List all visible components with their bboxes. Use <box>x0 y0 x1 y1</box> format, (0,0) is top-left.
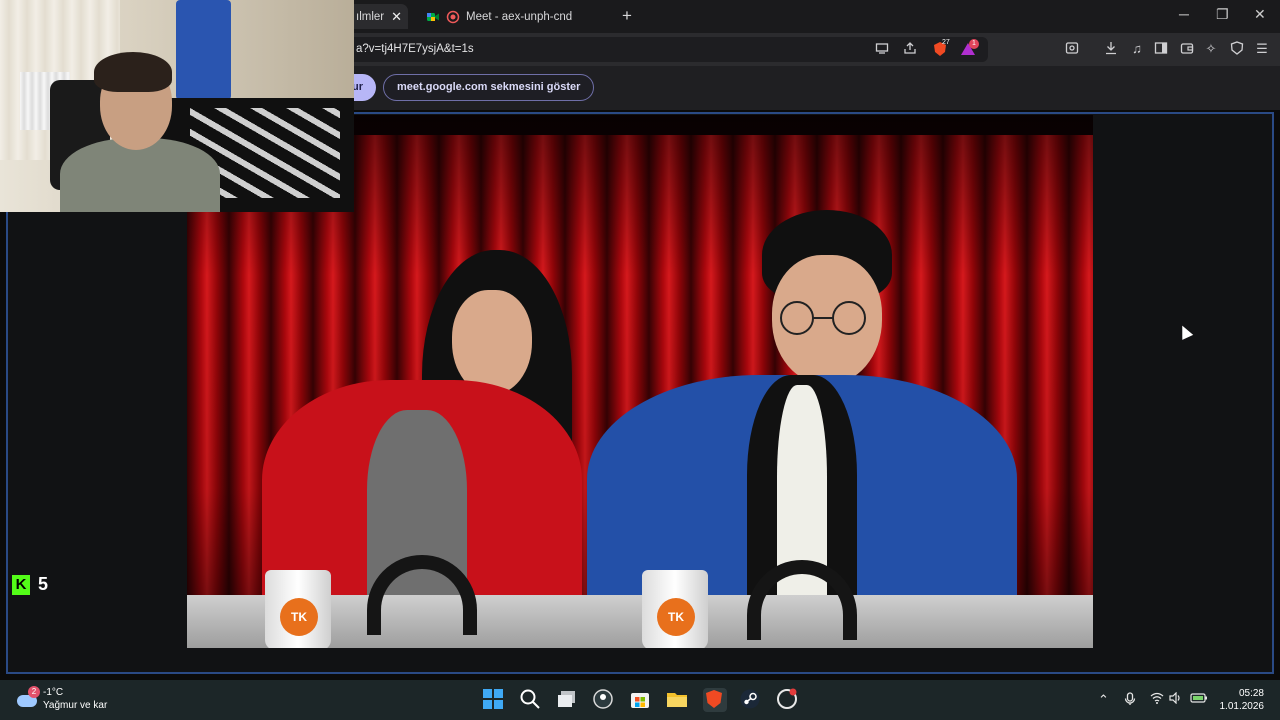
tab-label: ılmler <box>356 10 385 23</box>
minimize-icon[interactable]: ─ <box>1179 6 1189 22</box>
menu-icon[interactable]: ☰ <box>1254 41 1270 57</box>
rewards-count: 1 <box>969 39 979 49</box>
mug-logo: TK <box>657 598 695 636</box>
microphone-icon[interactable] <box>1124 692 1136 709</box>
weather-text: -1°C Yağmur ve kar <box>43 686 107 712</box>
weather-condition: Yağmur ve kar <box>43 700 108 711</box>
steam-icon[interactable] <box>739 688 763 712</box>
task-view-icon[interactable] <box>556 688 580 712</box>
mug-left: TK <box>265 570 331 648</box>
system-clock[interactable]: 05:28 1.01.2026 <box>1220 687 1265 713</box>
windows-taskbar: 2 -1°C Yağmur ve kar ⌃ 05:28 1.01.2026 <box>0 680 1280 720</box>
cast-icon[interactable] <box>874 41 890 57</box>
microsoft-store-icon[interactable] <box>629 688 653 712</box>
start-icon[interactable] <box>482 688 506 712</box>
show-meet-tab-button[interactable]: meet.google.com sekmesini göster <box>383 74 595 101</box>
weather-icon: 2 <box>16 686 40 710</box>
webcam-person-hair <box>94 52 172 92</box>
vpn-icon[interactable] <box>1229 41 1245 57</box>
desktop: ılmler ✕ Meet - aex-unph-cnd + ─ ❐ ✕ a?v… <box>0 0 1280 720</box>
brave-browser-icon[interactable] <box>703 688 727 712</box>
screenshot-icon[interactable] <box>1064 41 1080 57</box>
music-icon[interactable]: ♫ <box>1129 41 1145 57</box>
url-text: a?v=tj4H7E7ysjA&t=1s <box>356 43 474 55</box>
kick-badge: K 5 <box>12 574 48 595</box>
weather-temp: -1°C <box>43 687 64 698</box>
obs-icon[interactable] <box>776 688 800 712</box>
download-icon[interactable] <box>1103 41 1119 57</box>
file-explorer-icon[interactable] <box>666 688 690 712</box>
glasses-icon <box>767 300 887 345</box>
webcam-overlay <box>0 0 354 212</box>
address-bar[interactable]: a?v=tj4H7E7ysjA&t=1s 27 1 <box>338 37 988 62</box>
sidebar-icon[interactable] <box>1153 41 1169 57</box>
search-icon[interactable] <box>519 688 543 712</box>
close-tab-icon[interactable]: ✕ <box>391 9 402 25</box>
weather-widget[interactable]: 2 -1°C Yağmur ve kar <box>16 686 107 712</box>
tab-label: Meet - aex-unph-cnd <box>466 10 573 23</box>
leo-ai-icon[interactable]: ✧ <box>1203 41 1219 57</box>
clock-time: 05:28 <box>1238 688 1264 699</box>
kick-count: 5 <box>38 574 49 594</box>
clock-date: 1.01.2026 <box>1219 701 1265 712</box>
share-icon[interactable] <box>902 41 918 57</box>
wifi-icon[interactable] <box>1150 692 1164 707</box>
meet-icon <box>426 10 440 24</box>
kick-logo-icon: K <box>12 574 30 595</box>
battery-icon[interactable] <box>1190 692 1208 707</box>
weather-badge: 2 <box>28 686 40 698</box>
restore-icon[interactable]: ❐ <box>1216 6 1229 23</box>
webcam-jersey <box>176 0 231 100</box>
mug-logo: TK <box>280 598 318 636</box>
recording-icon <box>446 10 460 24</box>
wallet-icon[interactable] <box>1179 41 1195 57</box>
show-hidden-icons-icon[interactable]: ⌃ <box>1098 692 1109 708</box>
app-circle-icon[interactable] <box>592 688 616 712</box>
new-tab-icon[interactable]: + <box>622 6 632 26</box>
volume-icon[interactable] <box>1169 691 1183 707</box>
close-window-icon[interactable]: ✕ <box>1254 6 1266 23</box>
tab-meet[interactable]: Meet - aex-unph-cnd <box>420 4 610 29</box>
shields-count: 27 <box>942 39 950 46</box>
mug-right: TK <box>642 570 708 648</box>
